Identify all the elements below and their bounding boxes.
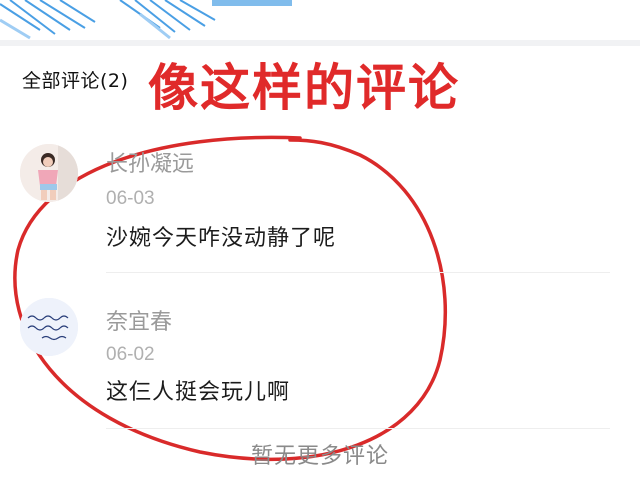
comment-date: 06-02 bbox=[106, 344, 155, 365]
handwriting-avatar-icon bbox=[20, 298, 78, 356]
banner-art bbox=[0, 0, 292, 40]
section-divider bbox=[0, 40, 640, 46]
comments-count-title: 全部评论(2) bbox=[22, 70, 129, 92]
comment-text: 这仨人挺会玩儿啊 bbox=[106, 380, 291, 405]
user-avatar[interactable] bbox=[20, 144, 78, 202]
no-more-comments-label: 暂无更多评论 bbox=[250, 444, 389, 469]
row-divider bbox=[106, 428, 610, 429]
comment-date: 06-03 bbox=[106, 188, 155, 209]
comment-author[interactable]: 长孙凝远 bbox=[106, 146, 194, 178]
comment-author[interactable]: 奈宜春 bbox=[106, 304, 172, 336]
top-banner bbox=[0, 0, 640, 40]
photo-avatar-girl-icon bbox=[20, 144, 78, 202]
user-avatar[interactable] bbox=[20, 298, 78, 356]
row-divider bbox=[106, 272, 610, 273]
comment-text: 沙婉今天咋没动静了呢 bbox=[106, 226, 337, 251]
annotation-caption: 像这样的评论 bbox=[148, 59, 460, 117]
